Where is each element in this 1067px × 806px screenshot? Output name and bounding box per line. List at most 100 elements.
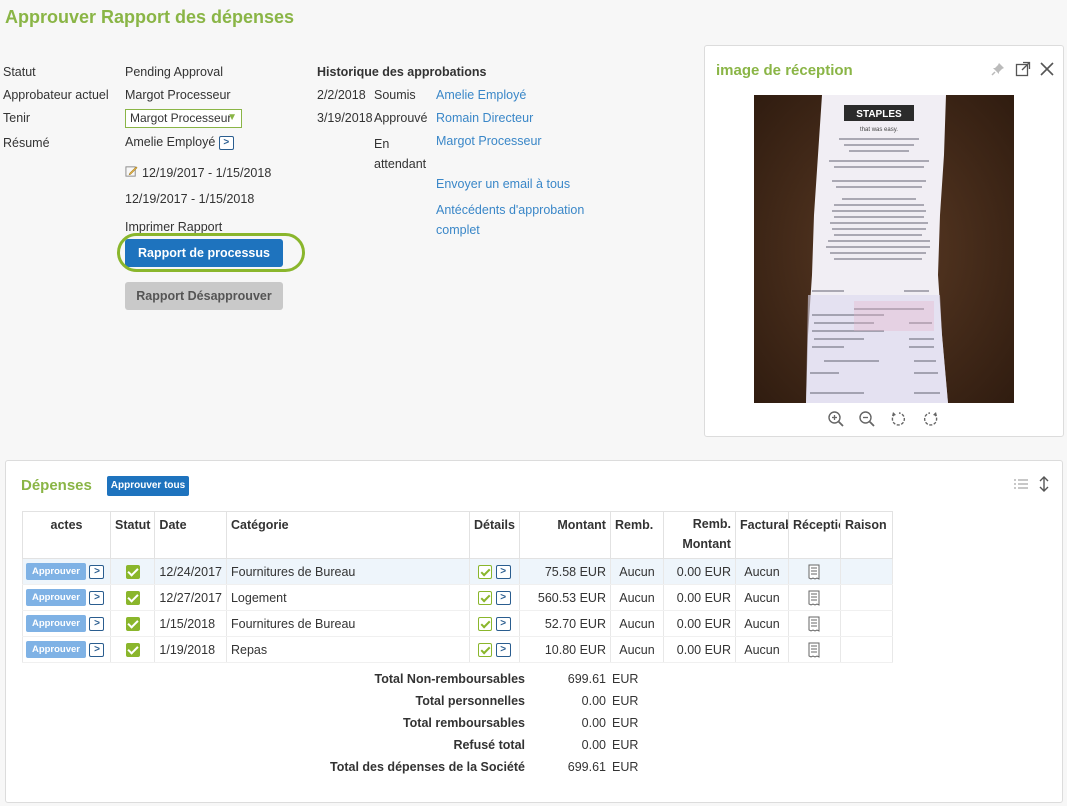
total-currency: EUR — [612, 672, 639, 686]
edit-icon[interactable] — [125, 165, 138, 178]
chevron-right-icon[interactable]: > — [89, 590, 105, 605]
sort-arrows-icon[interactable] — [1038, 476, 1050, 492]
approve-all-button[interactable]: Approuver tous — [107, 476, 189, 496]
approve-button[interactable]: Approuver — [26, 641, 86, 658]
total-value: 699.61 — [567, 760, 606, 774]
column-header[interactable]: Facturab — [734, 511, 789, 559]
approve-button[interactable]: Approuver — [26, 589, 86, 606]
total-currency: EUR — [612, 738, 639, 752]
receipt-image: STAPLES that was easy. — [754, 95, 1014, 403]
table-row[interactable]: Approuver > 12/27/2017 Logement > 560.53… — [22, 584, 893, 611]
history-date: 2/2/2018 — [317, 88, 366, 102]
column-header[interactable]: Montant — [518, 511, 611, 559]
expense-category: Fournitures de Bureau — [225, 558, 470, 585]
table-row[interactable]: Approuver > 1/15/2018 Fournitures de Bur… — [22, 610, 893, 637]
expense-remb-amount: 0.00 EUR — [662, 636, 736, 663]
chevron-right-icon[interactable]: > — [89, 564, 105, 579]
history-action: En attendant — [374, 137, 427, 171]
column-header[interactable]: Statut — [109, 511, 156, 559]
chevron-right-icon[interactable]: > — [495, 590, 511, 605]
expense-remb-amount: 0.00 EUR — [662, 610, 736, 637]
expense-category: Logement — [225, 584, 470, 611]
column-header[interactable]: Raison — [839, 511, 893, 559]
expense-billable: Aucun — [734, 610, 789, 637]
list-view-icon[interactable] — [1013, 476, 1029, 492]
receipt-panel-title: image de réception — [716, 62, 853, 79]
print-report-link[interactable]: Imprimer Rapport — [125, 220, 222, 234]
chevron-right-icon[interactable]: > — [89, 642, 105, 657]
column-header[interactable]: Remb. Montant — [662, 511, 736, 559]
expenses-panel: Dépenses Approuver tous actes Statut Dat… — [5, 460, 1063, 803]
status-check-icon — [125, 616, 140, 631]
expense-category: Repas — [225, 636, 470, 663]
email-all-link[interactable]: Envoyer un email à tous — [436, 177, 570, 191]
receipt-icon[interactable] — [808, 590, 820, 606]
approve-button[interactable]: Approuver — [26, 615, 86, 632]
disapprove-report-button[interactable]: Rapport Désapprouver — [125, 282, 283, 310]
table-row[interactable]: Approuver > 1/19/2018 Repas > 10.80 EUR … — [22, 636, 893, 663]
approve-button[interactable]: Approuver — [26, 563, 86, 580]
expense-date: 12/27/2017 — [154, 584, 227, 611]
current-approver-value: Margot Processeur — [125, 88, 231, 102]
receipt-icon[interactable] — [808, 564, 820, 580]
column-header[interactable]: Catégorie — [225, 511, 470, 559]
chevron-right-icon[interactable]: > — [495, 564, 511, 579]
rotate-left-icon[interactable] — [890, 410, 908, 428]
highlight-ring — [117, 233, 305, 272]
column-header[interactable]: Détails — [468, 511, 520, 559]
receipt-store-name: STAPLES — [856, 109, 902, 120]
pin-icon[interactable] — [990, 61, 1006, 77]
rotate-right-icon[interactable] — [921, 410, 939, 428]
expenses-title: Dépenses — [21, 477, 92, 494]
resume-label: Résumé — [3, 136, 50, 150]
history-user-link[interactable]: Romain Directeur — [436, 111, 533, 125]
receipt-icon[interactable] — [808, 616, 820, 632]
expense-remb-amount: 0.00 EUR — [662, 558, 736, 585]
period-value: 12/19/2017 - 1/15/2018 — [125, 192, 255, 206]
receipt-icon[interactable] — [808, 642, 820, 658]
expense-amount: 10.80 EUR — [518, 636, 611, 663]
history-user-link[interactable]: Margot Processeur — [436, 134, 542, 148]
hold-label: Tenir — [3, 111, 31, 125]
history-action: Soumis — [374, 88, 416, 102]
page-title: Approuver Rapport des dépenses — [5, 7, 295, 27]
zoom-in-icon[interactable] — [827, 410, 845, 428]
details-check-icon — [478, 564, 493, 579]
column-header[interactable]: Remb. — [609, 511, 664, 559]
expense-remb: Aucun — [609, 610, 664, 637]
expense-remb: Aucun — [609, 558, 664, 585]
table-row[interactable]: Approuver > 12/24/2017 Fournitures de Bu… — [22, 558, 893, 585]
total-label: Total des dépenses de la Société — [330, 760, 525, 774]
approval-history-title: Historique des approbations — [317, 65, 487, 79]
zoom-out-icon[interactable] — [858, 410, 876, 428]
status-check-icon — [125, 590, 140, 605]
chevron-right-icon[interactable]: > — [495, 616, 511, 631]
status-value: Pending Approval — [125, 65, 223, 79]
details-check-icon — [478, 642, 493, 657]
hold-select-value: Margot Processeur — [130, 111, 232, 125]
column-header[interactable]: Réceptio — [787, 511, 841, 559]
chevron-right-icon[interactable]: > — [218, 135, 234, 150]
total-label: Total personnelles — [415, 694, 525, 708]
period-edit-value: 12/19/2017 - 1/15/2018 — [142, 166, 272, 180]
receipt-slogan: that was easy. — [860, 127, 898, 133]
total-currency: EUR — [612, 760, 639, 774]
column-header[interactable]: actes — [22, 511, 111, 559]
chevron-right-icon[interactable]: > — [495, 642, 511, 657]
chevron-right-icon[interactable]: > — [89, 616, 105, 631]
expense-date: 12/24/2017 — [154, 558, 227, 585]
full-history-link[interactable]: Antécédents d'approbation complet — [436, 200, 601, 240]
details-check-icon — [478, 616, 493, 631]
total-currency: EUR — [612, 716, 639, 730]
history-user-link[interactable]: Amelie Employé — [436, 88, 526, 102]
expense-remb: Aucun — [609, 636, 664, 663]
resume-employee: Amelie Employé — [125, 135, 216, 149]
external-link-icon[interactable] — [1015, 61, 1031, 77]
history-date: 3/19/2018 — [317, 111, 373, 125]
expense-amount: 52.70 EUR — [518, 610, 611, 637]
expenses-table: actes Statut Date Catégorie Détails Mont… — [22, 511, 893, 663]
expense-billable: Aucun — [734, 558, 789, 585]
hold-select[interactable]: Margot Processeur ▼ — [125, 109, 242, 128]
column-header[interactable]: Date — [154, 511, 227, 559]
close-icon[interactable] — [1039, 61, 1055, 77]
